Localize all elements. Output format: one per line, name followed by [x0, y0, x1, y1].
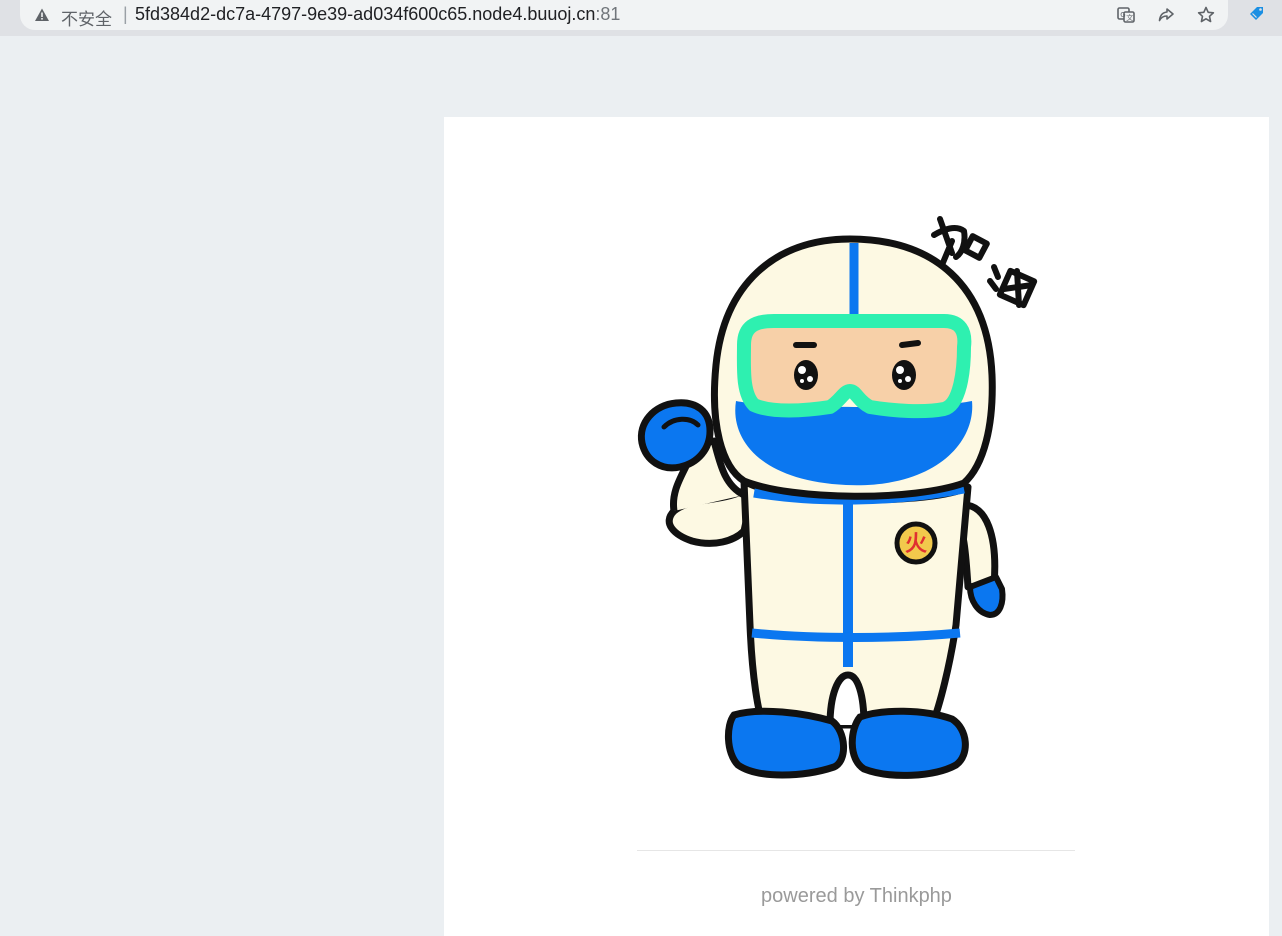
url-text[interactable]: 5fd384d2-dc7a-4797-9e39-ad034f600c65.nod…: [135, 4, 620, 25]
omnibox-separator: |: [123, 4, 128, 24]
bookmark-star-icon[interactable]: [1196, 5, 1216, 25]
address-bar[interactable]: 不安全 | 5fd384d2-dc7a-4797-9e39-ad034f600c…: [20, 0, 1228, 30]
content-card: 火 powered by Thinkphp: [444, 117, 1269, 936]
mascot-illustration: 火: [637, 216, 1038, 779]
svg-text:文: 文: [1126, 13, 1133, 22]
share-icon[interactable]: [1156, 5, 1176, 25]
url-host: 5fd384d2-dc7a-4797-9e39-ad034f600c65.nod…: [135, 4, 596, 24]
translate-icon[interactable]: G 文: [1116, 5, 1136, 25]
security-status-label[interactable]: 不安全: [61, 5, 112, 30]
footer-text: powered by Thinkphp: [444, 885, 1269, 908]
thinkphp-link[interactable]: Thinkphp: [870, 885, 952, 907]
badge-glyph: 火: [905, 532, 927, 557]
browser-toolbar: 不安全 | 5fd384d2-dc7a-4797-9e39-ad034f600c…: [0, 0, 1282, 36]
extension-icon[interactable]: [1246, 4, 1266, 24]
powered-by-label: powered by: [761, 885, 865, 907]
footer-divider: [637, 850, 1075, 851]
svg-text:G: G: [1120, 11, 1125, 19]
warning-icon[interactable]: [34, 7, 50, 23]
url-port: :81: [595, 4, 621, 24]
